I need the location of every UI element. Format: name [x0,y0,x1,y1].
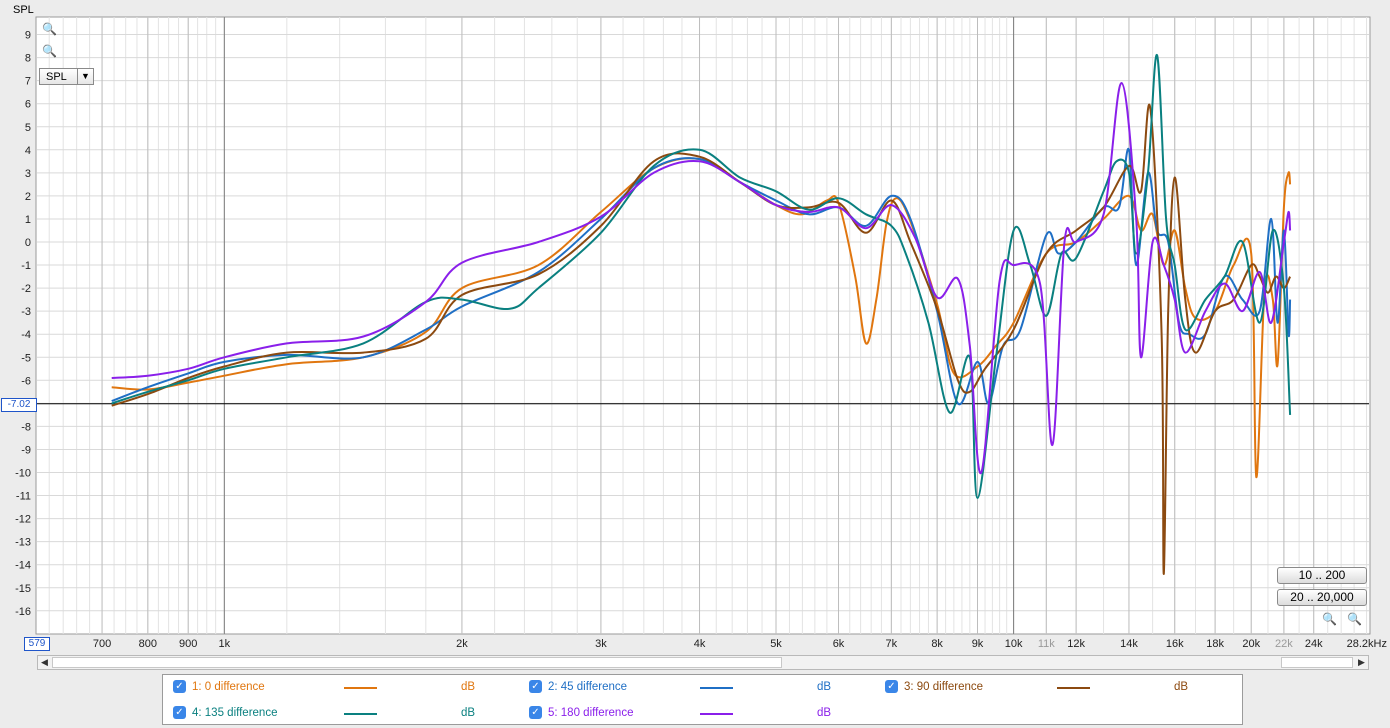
horizontal-scrollbar[interactable]: ◀ ▶ [37,655,1369,670]
legend-unit: dB [817,707,832,719]
y-tick-label: 8 [25,53,31,65]
scrollbar-track-left[interactable] [52,657,782,668]
y-tick-label: 1 [25,214,31,226]
x-tick-label: 2k [456,638,468,650]
range-10-200-button[interactable]: 10 .. 200 [1277,567,1367,584]
x-tick-label: 5k [770,638,782,650]
legend-item-2[interactable]: ✓ 3: 90 difference dB [885,679,1235,695]
y-tick-label: -4 [21,329,31,341]
range-20-20000-button[interactable]: 20 .. 20,000 [1277,589,1367,606]
y-tick-label: -2 [21,283,31,295]
y-tick-label: -15 [15,583,31,595]
legend-swatch [1057,687,1090,689]
measurement-type-select[interactable]: SPL ▼ [39,68,94,85]
y-tick-label: -9 [21,444,31,456]
x-tick-label: 1k [219,638,231,650]
checkbox-icon[interactable]: ✓ [529,680,542,693]
zoom-out-vertical-icon[interactable]: 🔍 [42,44,57,60]
y-axis-ticks: 9 8 7 6 5 4 3 2 1 0 -1 -2 -3 -4 -5 -6 -8 -9 -10 -11 -12 -13 -1… [15,30,31,618]
y-tick-label: -5 [21,352,31,364]
y-tick-label: -13 [15,537,31,549]
y-tick-label: 3 [25,168,31,180]
chevron-down-icon: ▼ [77,69,93,84]
x-tick-label: 12k [1067,638,1085,650]
zoom-in-vertical-icon[interactable]: 🔍 [42,22,57,38]
legend-label: 2: 45 difference [548,681,628,693]
x-axis-ticks: 700 800 900 1k 2k 3k 4k 5k 6k 7k 8k 9k 10k 11k 12k 14k 1… [93,638,1387,650]
x-tick-label: 20k [1242,638,1260,650]
x-tick-label: 22k [1275,638,1293,650]
x-tick-label: 7k [886,638,898,650]
checkbox-icon[interactable]: ✓ [529,706,542,719]
x-tick-label: 28.2kHz [1347,638,1387,650]
x-tick-label: 24k [1305,638,1323,650]
checkbox-icon[interactable]: ✓ [173,706,186,719]
y-tick-label: -3 [21,306,31,318]
y-tick-label: 9 [25,30,31,42]
legend-unit: dB [817,681,832,693]
x-tick-label: 11k [1038,638,1055,650]
y-tick-label: -12 [15,514,31,526]
x-tick-label: 4k [694,638,706,650]
legend-item-0[interactable]: ✓ 1: 0 difference dB [173,679,523,695]
legend-item-4[interactable]: ✓ 5: 180 difference dB [529,705,879,721]
x-tick-label: 900 [179,638,197,650]
y-tick-label: -10 [15,468,31,480]
x-tick-label: 9k [972,638,984,650]
y-tick-label: 6 [25,99,31,111]
scrollbar-track-right[interactable] [1281,657,1353,668]
y-tick-label: 0 [25,237,31,249]
y-axis-label: SPL [13,4,34,16]
legend-swatch [344,713,377,715]
legend-item-1[interactable]: ✓ 2: 45 difference dB [529,679,879,695]
y-tick-label: 7 [25,76,31,88]
x-tick-label: 8k [931,638,943,650]
y-tick-label: -8 [21,421,31,433]
checkbox-icon[interactable]: ✓ [885,680,898,693]
legend-swatch [700,687,733,689]
legend-label: 4: 135 difference [192,707,278,719]
legend-label: 3: 90 difference [904,681,984,693]
y-tick-label: 2 [25,191,31,203]
zoom-out-horizontal-icon[interactable]: 🔍 [1322,612,1337,628]
x-tick-label: 800 [139,638,157,650]
zoom-in-horizontal-icon[interactable]: 🔍 [1347,612,1362,628]
x-tick-label: 3k [595,638,607,650]
y-tick-label: -16 [15,606,31,618]
x-tick-label: 700 [93,638,111,650]
x-tick-label: 10k [1005,638,1023,650]
legend: ✓ 1: 0 difference dB ✓ 2: 45 difference … [162,674,1243,725]
legend-swatch [344,687,377,689]
cursor-y-readout: -7.02 [1,398,37,412]
legend-label: 1: 0 difference [192,681,265,693]
y-tick-label: -14 [15,560,31,572]
scroll-left-icon[interactable]: ◀ [38,656,51,669]
y-tick-label: 4 [25,145,31,157]
y-tick-label: -6 [21,375,31,387]
legend-unit: dB [461,707,476,719]
y-tick-label: 5 [25,122,31,134]
x-tick-label: 14k [1120,638,1138,650]
legend-unit: dB [1174,681,1189,693]
legend-unit: dB [461,681,476,693]
x-tick-label: 6k [833,638,845,650]
x-tick-label: 16k [1166,638,1184,650]
scroll-right-icon[interactable]: ▶ [1355,656,1368,669]
legend-item-3[interactable]: ✓ 4: 135 difference dB [173,705,523,721]
frequency-response-chart[interactable]: 9 8 7 6 5 4 3 2 1 0 -1 -2 -3 -4 -5 -6 -8 -9 -10 -11 -12 -13 -1… [0,0,1390,655]
x-tick-label: 18k [1206,638,1224,650]
y-tick-label: -11 [16,491,31,503]
checkbox-icon[interactable]: ✓ [173,680,186,693]
cursor-x-readout: 579 [24,637,50,651]
y-tick-label: -1 [21,260,31,272]
legend-swatch [700,713,733,715]
legend-label: 5: 180 difference [548,707,634,719]
select-value: SPL [46,71,67,83]
